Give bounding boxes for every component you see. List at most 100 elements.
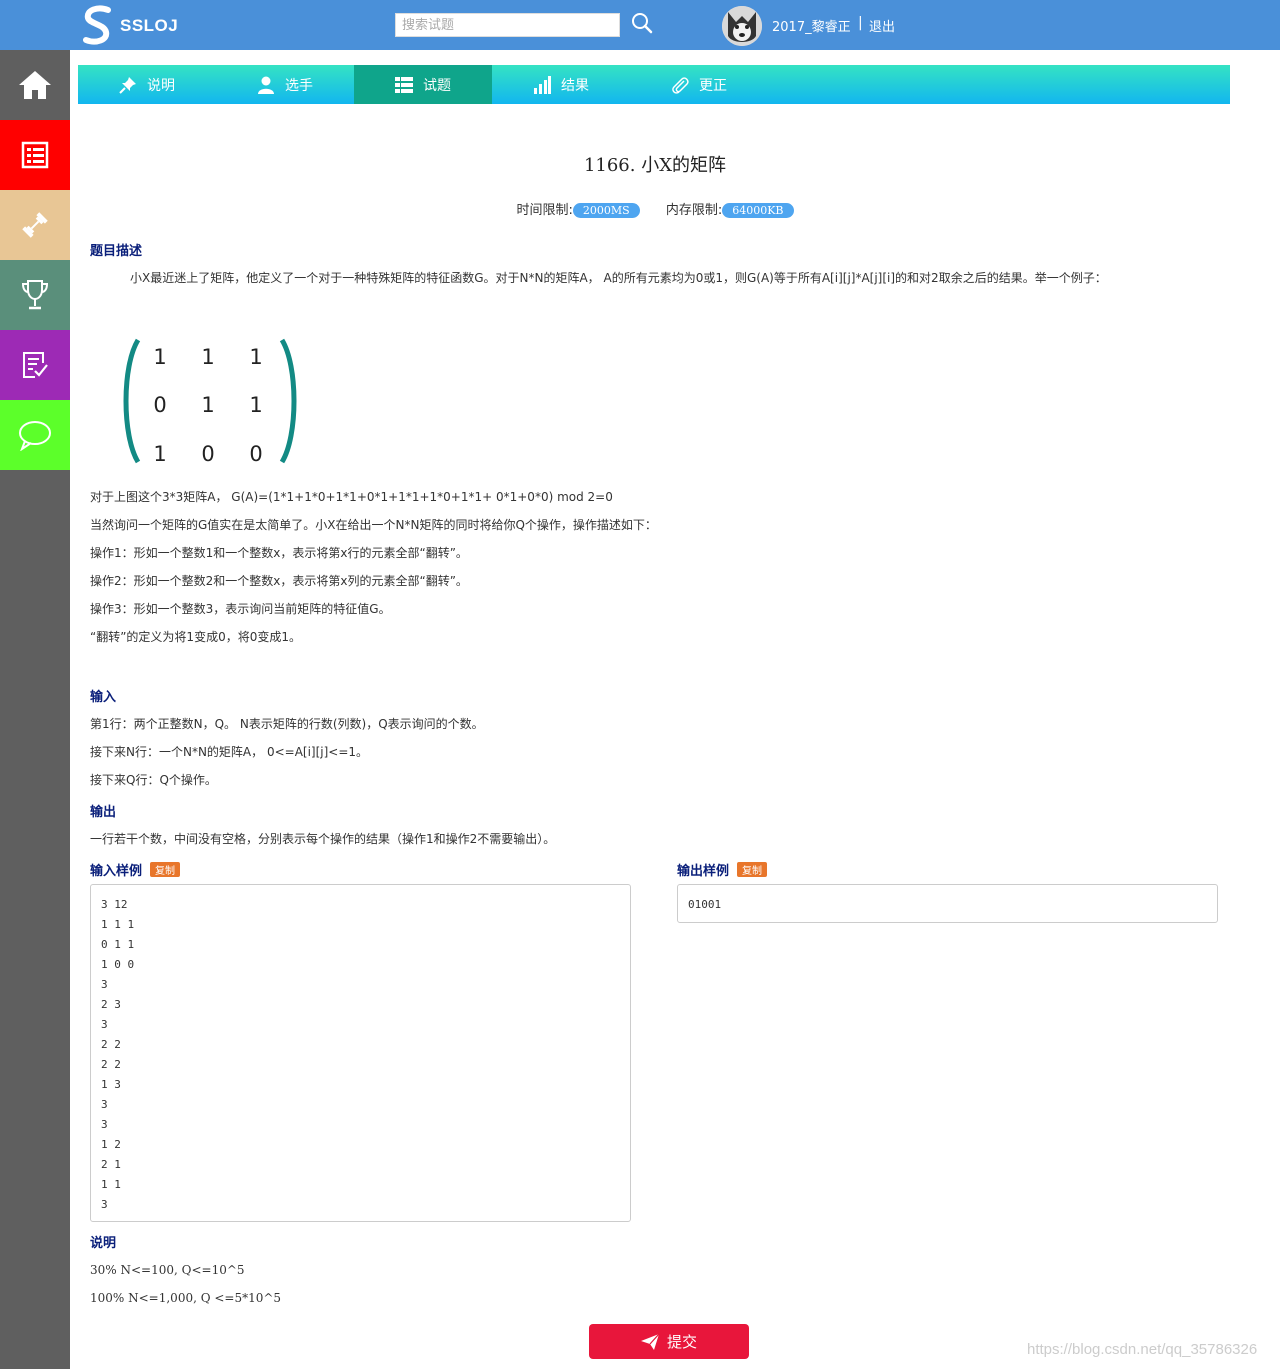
search-input[interactable] bbox=[395, 13, 620, 37]
time-limit-label: 时间限制: bbox=[516, 203, 573, 218]
dumbbell-icon bbox=[22, 212, 48, 238]
sample-output-heading: 输出样例 复制 bbox=[677, 860, 768, 879]
sample-input-line: 1 2 bbox=[101, 1138, 121, 1151]
sample-input-line: 2 1 bbox=[101, 1158, 121, 1171]
list-icon bbox=[395, 76, 413, 93]
input-line: 第1行：两个正整数N，Q。 N表示矩阵的行数(列数)，Q表示询问的个数。 bbox=[90, 717, 484, 731]
copy-output-button[interactable]: 复制 bbox=[737, 862, 768, 877]
sidebar-item-problems[interactable] bbox=[0, 120, 70, 190]
checklist-icon bbox=[23, 352, 48, 378]
home-icon bbox=[19, 71, 51, 99]
input-line: 接下来N行：一个N*N的矩阵A， 0<=A[i][j]<=1。 bbox=[90, 745, 369, 759]
sample-input-line: 2 3 bbox=[101, 998, 121, 1011]
logo-text: SSLOJ bbox=[120, 16, 179, 35]
pin-icon bbox=[119, 76, 136, 94]
tab-problem[interactable]: 试题 bbox=[354, 65, 492, 104]
tab-players[interactable]: 选手 bbox=[216, 65, 354, 104]
sample-input-line: 1 0 0 bbox=[101, 958, 135, 971]
sample-input-line: 0 1 1 bbox=[101, 938, 135, 951]
description-line: 当然询问一个矩阵的G值实在是太简单了。小X在给出一个N*N矩阵的同时将给你Q个操… bbox=[90, 518, 657, 532]
sample-input-line: 1 3 bbox=[101, 1078, 121, 1091]
avatar[interactable] bbox=[722, 6, 762, 46]
matrix-cell: 1 bbox=[201, 393, 214, 417]
sample-input-line: 1 1 bbox=[101, 1178, 121, 1191]
description-heading: 题目描述 bbox=[90, 244, 143, 259]
memory-limit-badge: 64000KB bbox=[722, 203, 794, 218]
note-line: 30% N<=100, Q<=10^5 bbox=[90, 1263, 245, 1277]
time-limit-badge: 2000MS bbox=[572, 203, 640, 218]
output-heading: 输出 bbox=[90, 805, 117, 820]
sample-input-box[interactable]: 3 12 1 1 1 0 1 1 1 0 0 3 2 3 3 2 2 2 2 1… bbox=[90, 884, 631, 1222]
matrix-cell: 0 bbox=[153, 393, 166, 417]
description-line: 操作3：形如一个整数3，表示询问当前矩阵的特征值G。 bbox=[90, 602, 391, 616]
tab-label: 结果 bbox=[561, 77, 589, 94]
sample-output-title: 输出样例 bbox=[677, 864, 730, 879]
trophy-icon bbox=[21, 280, 49, 310]
sidebar-item-tools[interactable] bbox=[0, 190, 70, 260]
matrix-cell: 1 bbox=[153, 345, 166, 369]
matrix-cell: 0 bbox=[201, 442, 214, 466]
sample-input-heading: 输入样例 复制 bbox=[90, 860, 181, 879]
sidebar-item-status[interactable] bbox=[0, 330, 70, 400]
sample-input-line: 2 2 bbox=[101, 1058, 121, 1071]
sample-input-line: 3 bbox=[101, 1018, 108, 1031]
sidebar-item-discuss[interactable] bbox=[0, 400, 70, 470]
watermark: https://blog.csdn.net/qq_35786326 bbox=[1027, 1341, 1258, 1358]
sample-input-line: 3 12 bbox=[101, 898, 128, 911]
input-heading: 输入 bbox=[90, 690, 117, 705]
sidebar bbox=[0, 50, 70, 1369]
sample-input-line: 3 bbox=[101, 1118, 108, 1131]
problem-title: 1166. 小X的矩阵 bbox=[583, 155, 727, 176]
matrix-cell: 0 bbox=[249, 442, 262, 466]
send-icon bbox=[640, 1333, 659, 1350]
sample-input-title: 输入样例 bbox=[90, 864, 143, 879]
sample-input-line: 3 bbox=[101, 978, 108, 991]
submit-label: 提交 bbox=[666, 1333, 697, 1351]
tab-label: 说明 bbox=[147, 77, 175, 94]
sample-output-box[interactable]: 01001 bbox=[677, 884, 1218, 923]
sidebar-item-home[interactable] bbox=[0, 50, 70, 120]
top-bar: SSLOJ 2017_黎睿正 | 退出 bbox=[0, 0, 1280, 50]
sample-input-line: 1 1 1 bbox=[101, 918, 135, 931]
tab-label: 试题 bbox=[423, 77, 451, 94]
description-line: 操作1：形如一个整数1和一个整数x，表示将第x行的元素全部“翻转”。 bbox=[90, 546, 468, 560]
tab-label: 选手 bbox=[285, 77, 313, 94]
matrix-cell: 1 bbox=[201, 345, 214, 369]
memory-limit-label: 内存限制: bbox=[665, 203, 723, 218]
matrix-cell: 1 bbox=[249, 345, 262, 369]
description-line: 对于上图这个3*3矩阵A， G(A)=(1*1+1*0+1*1+0*1+1*1+… bbox=[90, 490, 613, 504]
paperclip-icon bbox=[672, 76, 689, 94]
description-paragraph: 小X最近迷上了矩阵，他定义了一个对于一种特殊矩阵的特征函数G。对于N*N的矩阵A… bbox=[130, 271, 1107, 285]
description-line: 操作2：形如一个整数2和一个整数x，表示将第x列的元素全部“翻转”。 bbox=[90, 574, 468, 588]
site-logo[interactable]: SSLOJ bbox=[80, 4, 178, 48]
problem-list-icon bbox=[21, 141, 49, 169]
output-line: 一行若干个数，中间没有空格，分别表示每个操作的结果（操作1和操作2不需要输出）。 bbox=[90, 832, 556, 846]
sample-input-line: 2 2 bbox=[101, 1038, 121, 1051]
sample-input-line: 3 bbox=[101, 1098, 108, 1111]
tab-description[interactable]: 说明 bbox=[78, 65, 216, 104]
tab-corrections[interactable]: 更正 bbox=[630, 65, 768, 104]
matrix-cell: 1 bbox=[249, 393, 262, 417]
search-icon[interactable] bbox=[630, 11, 654, 35]
user-icon bbox=[258, 76, 274, 94]
problem-nav: 说明 选手 试题 结果 更正 bbox=[78, 65, 1230, 104]
matrix-cell: 1 bbox=[153, 442, 166, 466]
submit-button[interactable]: 提交 bbox=[589, 1324, 749, 1359]
tab-label: 更正 bbox=[699, 77, 727, 94]
limits-row: 时间限制: 2000MS 内存限制: 64000KB bbox=[90, 199, 1220, 218]
sample-input-line: 3 bbox=[101, 1198, 108, 1211]
description-line: “翻转”的定义为将1变成0，将0变成1。 bbox=[90, 630, 301, 644]
header-separator: | bbox=[858, 15, 863, 31]
note-line: 100% N<=1,000, Q <=5*10^5 bbox=[90, 1291, 282, 1305]
logout-link[interactable]: 退出 bbox=[869, 16, 895, 35]
sidebar-item-contest[interactable] bbox=[0, 260, 70, 330]
username[interactable]: 2017_黎睿正 bbox=[772, 16, 851, 35]
input-line: 接下来Q行：Q个操作。 bbox=[90, 773, 217, 787]
example-matrix: 1 1 1 0 1 1 1 0 0 bbox=[123, 338, 297, 466]
note-heading: 说明 bbox=[90, 1236, 117, 1251]
tab-results[interactable]: 结果 bbox=[492, 65, 630, 104]
bar-chart-icon bbox=[534, 75, 551, 94]
copy-input-button[interactable]: 复制 bbox=[150, 862, 181, 877]
sample-output-line: 01001 bbox=[688, 898, 722, 911]
logo-s-icon bbox=[83, 5, 111, 45]
